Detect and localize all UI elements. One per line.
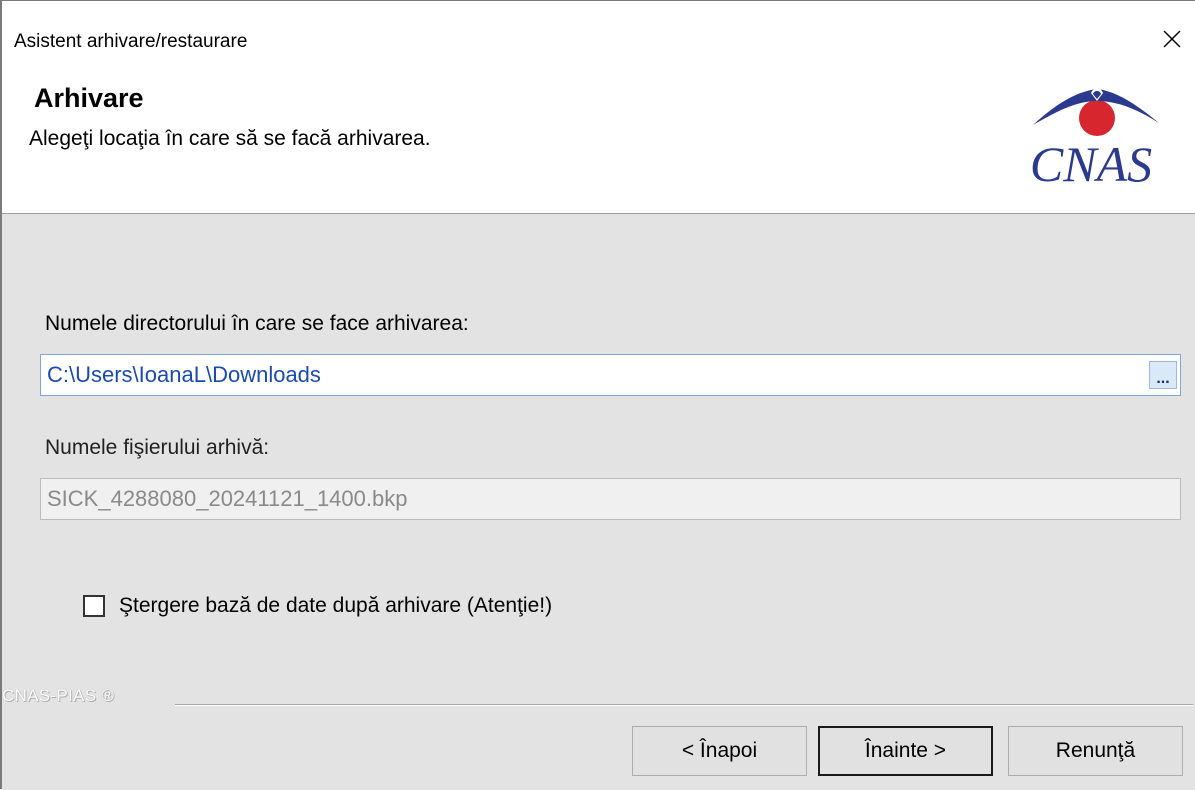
file-name-input: SICK_4288080_20241121_1400.bkp bbox=[40, 478, 1181, 520]
cancel-button[interactable]: Renunţă bbox=[1008, 726, 1183, 776]
delete-db-option[interactable]: Ştergere bază de date după arhivare (Ate… bbox=[83, 594, 552, 618]
brand-label: CNAS-PIAS ® bbox=[2, 686, 115, 705]
cnas-logo: CNAS bbox=[1030, 88, 1159, 191]
directory-label: Numele directorului în care se face arhi… bbox=[45, 312, 469, 335]
page-subtitle: Alegeţi locaţia în care să se facă arhiv… bbox=[29, 127, 431, 150]
delete-db-checkbox-label: Ştergere bază de date după arhivare (Ate… bbox=[119, 594, 553, 617]
back-button[interactable]: < Înapoi bbox=[632, 726, 807, 776]
window-title: Asistent arhivare/restaurare bbox=[14, 31, 248, 52]
directory-input[interactable]: C:\Users\IoanaL\Downloads ... bbox=[40, 354, 1181, 396]
title-bar: Asistent arhivare/restaurare bbox=[2, 1, 1195, 67]
directory-value: C:\Users\IoanaL\Downloads bbox=[47, 362, 321, 387]
wizard-content: Numele directorului în care se face arhi… bbox=[2, 214, 1195, 790]
file-name-value: SICK_4288080_20241121_1400.bkp bbox=[47, 486, 408, 511]
logo-text: CNAS bbox=[1030, 136, 1152, 191]
file-label: Numele fişierului arhivă: bbox=[45, 436, 270, 459]
footer-divider bbox=[175, 704, 1193, 706]
page-title: Arhivare bbox=[34, 83, 144, 113]
close-icon bbox=[1163, 30, 1181, 48]
browse-button[interactable]: ... bbox=[1149, 361, 1177, 389]
delete-db-checkbox[interactable] bbox=[83, 595, 105, 617]
close-button[interactable] bbox=[1149, 17, 1195, 61]
next-button[interactable]: Înainte > bbox=[818, 726, 993, 776]
wizard-header: Arhivare Alegeţi locaţia în care să se f… bbox=[2, 67, 1195, 214]
wizard-window: Asistent arhivare/restaurare Arhivare Al… bbox=[0, 0, 1195, 790]
